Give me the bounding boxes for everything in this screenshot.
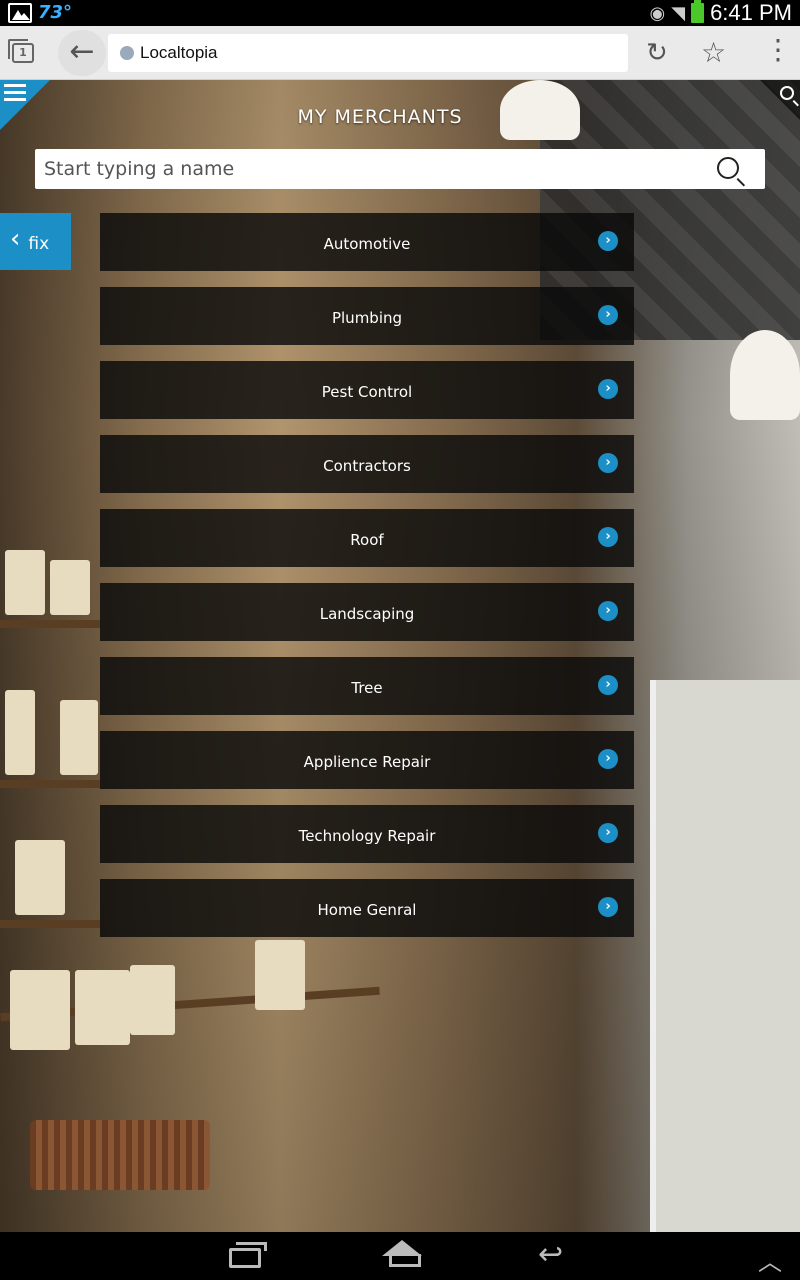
category-label: Applience Repair xyxy=(303,753,431,771)
background-jar xyxy=(130,965,175,1035)
search-input[interactable] xyxy=(35,149,715,189)
tabs-button[interactable]: 1 xyxy=(8,39,34,63)
background-shelf xyxy=(0,920,100,928)
search-corner-icon[interactable] xyxy=(780,86,794,100)
category-item-landscaping[interactable]: Landscaping › xyxy=(100,583,634,641)
overflow-menu-icon[interactable]: ⋮ xyxy=(764,36,792,64)
background-jar xyxy=(5,690,35,775)
category-item-roof[interactable]: Roof › xyxy=(100,509,634,567)
reload-icon[interactable]: ↻ xyxy=(646,38,668,68)
back-arrow-icon[interactable]: ← xyxy=(58,30,106,76)
battery-icon xyxy=(691,0,705,23)
category-item-pest-control[interactable]: Pest Control › xyxy=(100,361,634,419)
page-content: MY MERCHANTS ‹ fix Automotive › Plumbing… xyxy=(0,80,800,1232)
category-label: Technology Repair xyxy=(298,827,436,845)
clock: 6:41 PM xyxy=(710,0,792,25)
home-icon[interactable] xyxy=(382,1240,422,1267)
address-bar[interactable]: Localtopia xyxy=(108,34,628,72)
category-label: Plumbing xyxy=(331,309,403,327)
chevron-right-icon: › xyxy=(598,527,618,547)
category-label: Contractors xyxy=(323,457,411,475)
category-item-appliance-repair[interactable]: Applience Repair › xyxy=(100,731,634,789)
search-icon[interactable] xyxy=(717,157,739,179)
browser-toolbar: 1 ← Localtopia ↻ ☆ ⋮ xyxy=(0,26,800,80)
chevron-right-icon: › xyxy=(598,379,618,399)
category-label: Landscaping xyxy=(319,605,415,623)
status-right: ◉ ◥ 6:41 PM xyxy=(649,0,792,26)
background-shelf xyxy=(0,620,100,628)
site-icon xyxy=(120,46,134,60)
category-item-plumbing[interactable]: Plumbing › xyxy=(100,287,634,345)
chevron-right-icon: › xyxy=(598,823,618,843)
chevron-right-icon: › xyxy=(598,453,618,473)
chevron-right-icon: › xyxy=(598,675,618,695)
background-jar xyxy=(10,970,70,1050)
category-item-tree[interactable]: Tree › xyxy=(100,657,634,715)
category-item-contractors[interactable]: Contractors › xyxy=(100,435,634,493)
category-label: Home Genral xyxy=(317,901,417,919)
background-jar xyxy=(50,560,90,615)
hamburger-icon[interactable] xyxy=(4,84,26,102)
category-item-technology-repair[interactable]: Technology Repair › xyxy=(100,805,634,863)
back-nav-icon[interactable]: ↩ xyxy=(538,1240,563,1270)
status-left: 73° xyxy=(8,2,72,23)
system-nav-bar: ↩ ︿ xyxy=(0,1232,800,1280)
chevron-right-icon: › xyxy=(598,601,618,621)
background-shelf xyxy=(0,780,100,788)
picture-icon xyxy=(8,2,32,23)
category-label: Automotive xyxy=(323,235,411,253)
background-jar xyxy=(5,550,45,615)
fix-button[interactable]: ‹ fix xyxy=(0,213,71,270)
category-list: Automotive › Plumbing › Pest Control › C… xyxy=(100,213,634,953)
weather-temperature: 73° xyxy=(38,2,73,23)
eye-icon: ◉ xyxy=(649,2,666,24)
chevron-right-icon: › xyxy=(598,305,618,325)
url-title: Localtopia xyxy=(140,43,218,62)
chevron-right-icon: › xyxy=(598,749,618,769)
chevron-left-icon: ‹ xyxy=(10,223,21,254)
background-basket xyxy=(30,1120,210,1190)
background-jar xyxy=(15,840,65,915)
recent-apps-icon[interactable] xyxy=(229,1242,267,1268)
category-item-home-general[interactable]: Home Genral › xyxy=(100,879,634,937)
category-label: Tree xyxy=(351,679,383,697)
search-bar xyxy=(35,149,765,189)
fix-label: fix xyxy=(28,233,50,254)
chevron-right-icon: › xyxy=(598,231,618,251)
chevron-right-icon: › xyxy=(598,897,618,917)
category-label: Roof xyxy=(350,531,384,549)
background-cabinet xyxy=(650,680,800,1232)
wifi-icon: ◥ xyxy=(671,2,686,24)
up-icon[interactable]: ︿ xyxy=(758,1242,782,1277)
background-jar xyxy=(75,970,130,1045)
background-jar xyxy=(60,700,98,775)
background-lamp xyxy=(730,330,800,420)
status-bar: 73° ◉ ◥ 6:41 PM xyxy=(0,0,800,26)
category-label: Pest Control xyxy=(321,383,413,401)
page-title: MY MERCHANTS xyxy=(297,106,463,128)
category-item-automotive[interactable]: Automotive › xyxy=(100,213,634,271)
star-icon[interactable]: ☆ xyxy=(701,36,726,69)
